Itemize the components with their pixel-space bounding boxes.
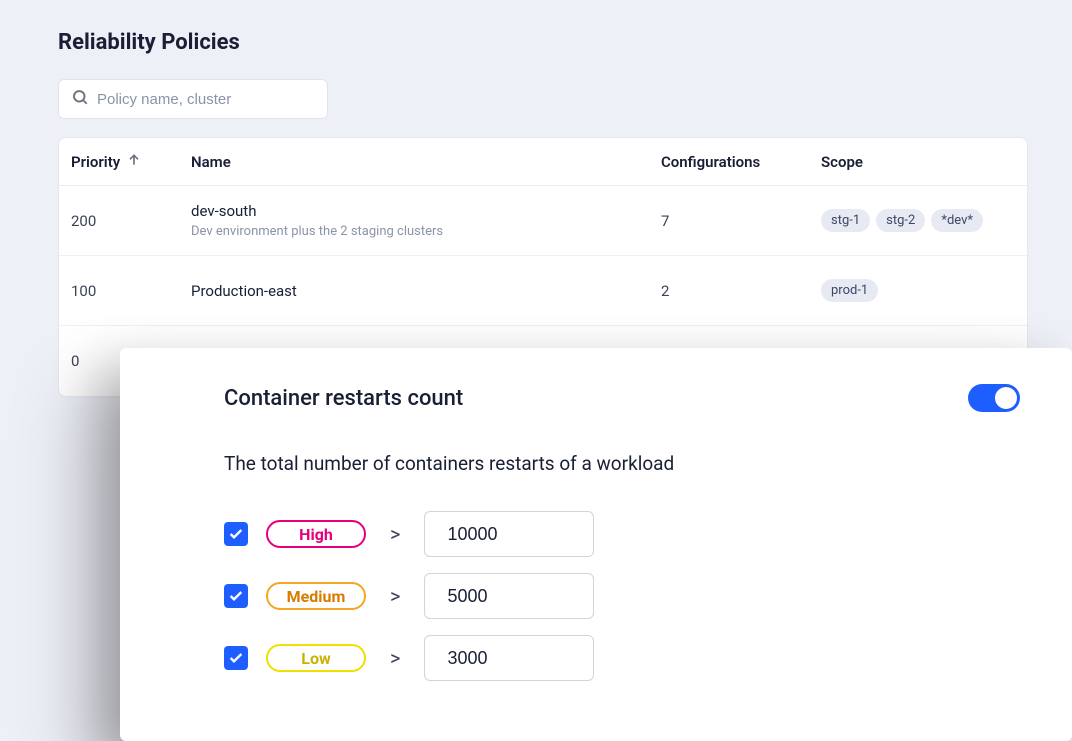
configurations-value: 2	[661, 282, 821, 300]
column-priority[interactable]: Priority	[71, 152, 191, 172]
panel-description: The total number of containers restarts …	[224, 452, 1020, 475]
threshold-checkbox[interactable]	[224, 646, 248, 670]
configurations-value: 7	[661, 212, 821, 230]
column-priority-label: Priority	[71, 153, 120, 171]
column-configurations[interactable]: Configurations	[661, 153, 821, 171]
operator: >	[384, 584, 406, 608]
policy-description: Dev environment plus the 2 staging clust…	[191, 224, 661, 239]
operator: >	[384, 522, 406, 546]
priority-value: 200	[71, 212, 191, 230]
table-row[interactable]: 100 Production-east 2 prod-1	[59, 256, 1027, 326]
threshold-checkbox[interactable]	[224, 522, 248, 546]
check-icon	[228, 588, 244, 604]
priority-value: 100	[71, 282, 191, 300]
scope-chip[interactable]: stg-2	[876, 209, 925, 232]
column-scope[interactable]: Scope	[821, 153, 1015, 171]
search-box[interactable]	[58, 79, 328, 119]
scope-chip[interactable]: prod-1	[821, 279, 878, 302]
scope-chips: stg-1 stg-2 *dev*	[821, 209, 1015, 232]
policy-name: dev-south	[191, 202, 661, 220]
table-header: Priority Name Configurations Scope	[59, 138, 1027, 186]
threshold-row-high: High >	[224, 511, 1020, 557]
panel-title: Container restarts count	[224, 386, 463, 411]
config-panel: Container restarts count The total numbe…	[120, 348, 1072, 741]
threshold-row-low: Low >	[224, 635, 1020, 681]
threshold-input-medium[interactable]	[424, 573, 594, 619]
operator: >	[384, 646, 406, 670]
column-name[interactable]: Name	[191, 153, 661, 171]
threshold-checkbox[interactable]	[224, 584, 248, 608]
sort-ascending-icon	[126, 152, 142, 172]
threshold-input-low[interactable]	[424, 635, 594, 681]
table-row[interactable]: 200 dev-south Dev environment plus the 2…	[59, 186, 1027, 256]
check-icon	[228, 526, 244, 542]
threshold-input-high[interactable]	[424, 511, 594, 557]
scope-chip[interactable]: stg-1	[821, 209, 870, 232]
search-input[interactable]	[97, 91, 315, 108]
scope-chip[interactable]: *dev*	[931, 209, 983, 232]
check-icon	[228, 650, 244, 666]
threshold-row-medium: Medium >	[224, 573, 1020, 619]
policy-name: Production-east	[191, 282, 661, 300]
level-pill-medium: Medium	[266, 582, 366, 610]
scope-chips: prod-1	[821, 279, 1015, 302]
level-pill-low: Low	[266, 644, 366, 672]
page-title: Reliability Policies	[58, 30, 1072, 55]
level-pill-high: High	[266, 520, 366, 548]
enable-toggle[interactable]	[968, 384, 1020, 412]
search-icon	[71, 88, 89, 110]
